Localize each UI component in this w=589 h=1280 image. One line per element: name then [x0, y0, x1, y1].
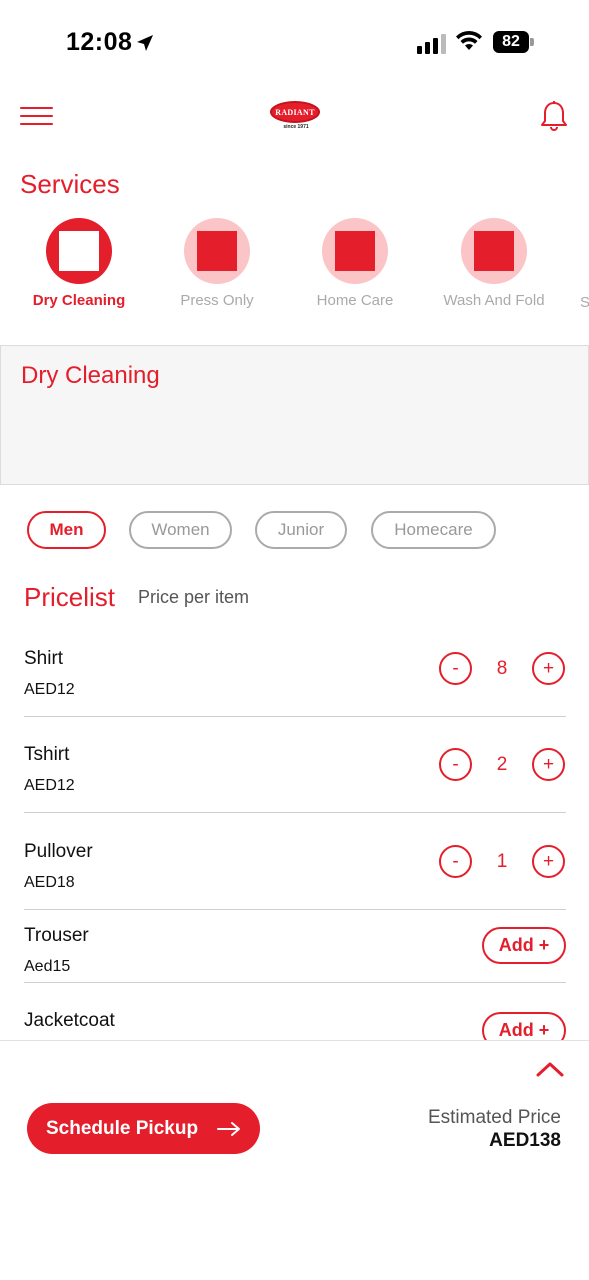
service-partial-label[interactable]: S [580, 294, 589, 311]
location-arrow-icon [137, 35, 153, 51]
item-price: AED18 [24, 874, 75, 891]
item-price: AED12 [24, 777, 75, 794]
add-item-button[interactable]: Add + [482, 927, 566, 964]
category-chip-men[interactable]: Men [27, 511, 106, 549]
decrease-quantity-button[interactable]: - [439, 652, 472, 685]
service-dry-cleaning[interactable]: Dry Cleaning [9, 218, 149, 309]
cellular-signal-icon [417, 34, 446, 54]
hamburger-menu-icon[interactable] [20, 107, 53, 125]
dry-cleaning-icon [46, 218, 112, 284]
press-only-icon [184, 218, 250, 284]
category-chip-women[interactable]: Women [129, 511, 232, 549]
chevron-up-icon[interactable] [535, 1059, 565, 1079]
service-home-care[interactable]: Home Care [285, 218, 425, 309]
radiant-logo: RADIANT since 1971 [270, 101, 322, 133]
home-care-icon [322, 218, 388, 284]
service-label: Home Care [316, 292, 394, 309]
services-title: Services [20, 169, 120, 199]
pricelist-subtitle: Price per item [138, 587, 250, 607]
wash-and-fold-icon [461, 218, 527, 284]
increase-quantity-button[interactable]: + [532, 845, 565, 878]
estimated-price-value: AED138 [489, 1130, 561, 1151]
service-label: Press Only [180, 292, 254, 309]
item-quantity: 1 [496, 851, 508, 872]
item-name: Shirt [24, 648, 64, 669]
item-price: Aed15 [24, 958, 71, 975]
increase-quantity-button[interactable]: + [532, 652, 565, 685]
bell-icon[interactable] [540, 100, 568, 132]
row-divider [24, 982, 566, 983]
service-description-panel: Dry Cleaning [0, 345, 589, 485]
logo-subtext: since 1971 [283, 124, 309, 130]
decrease-quantity-button[interactable]: - [439, 748, 472, 781]
checkout-panel: Schedule Pickup Estimated Price AED138 [0, 1040, 589, 1280]
item-name: Pullover [24, 841, 93, 862]
service-wash-and-fold[interactable]: Wash And Fold [424, 218, 564, 309]
estimated-price-label: Estimated Price [427, 1107, 561, 1128]
item-price: AED12 [24, 681, 75, 698]
increase-quantity-button[interactable]: + [532, 748, 565, 781]
item-name: Jacketcoat [24, 1010, 115, 1031]
row-divider [24, 716, 566, 717]
selected-service-title: Dry Cleaning [21, 362, 160, 389]
category-chip-homecare[interactable]: Homecare [371, 511, 496, 549]
app-screen: 12:08 82 RADIANT since 1971 Services Dry… [0, 0, 589, 1280]
schedule-pickup-label: Schedule Pickup [46, 1117, 199, 1139]
schedule-pickup-button[interactable]: Schedule Pickup [27, 1103, 260, 1154]
service-label: Wash And Fold [443, 292, 545, 309]
item-quantity: 2 [496, 754, 508, 775]
item-quantity: 8 [496, 658, 508, 679]
battery-indicator: 82 [493, 31, 529, 53]
item-name: Trouser [24, 925, 89, 946]
service-label: Dry Cleaning [32, 292, 126, 309]
row-divider [24, 812, 566, 813]
status-time: 12:08 [66, 28, 133, 56]
decrease-quantity-button[interactable]: - [439, 845, 472, 878]
battery-cap [530, 38, 534, 46]
logo-text: RADIANT [270, 101, 320, 123]
wifi-icon [456, 30, 482, 50]
item-name: Tshirt [24, 744, 70, 765]
pricelist-title: Pricelist [24, 582, 116, 612]
row-divider [24, 909, 566, 910]
arrow-right-icon [217, 1122, 240, 1136]
battery-level: 82 [502, 33, 520, 50]
service-press-only[interactable]: Press Only [147, 218, 287, 309]
category-chip-junior[interactable]: Junior [255, 511, 347, 549]
